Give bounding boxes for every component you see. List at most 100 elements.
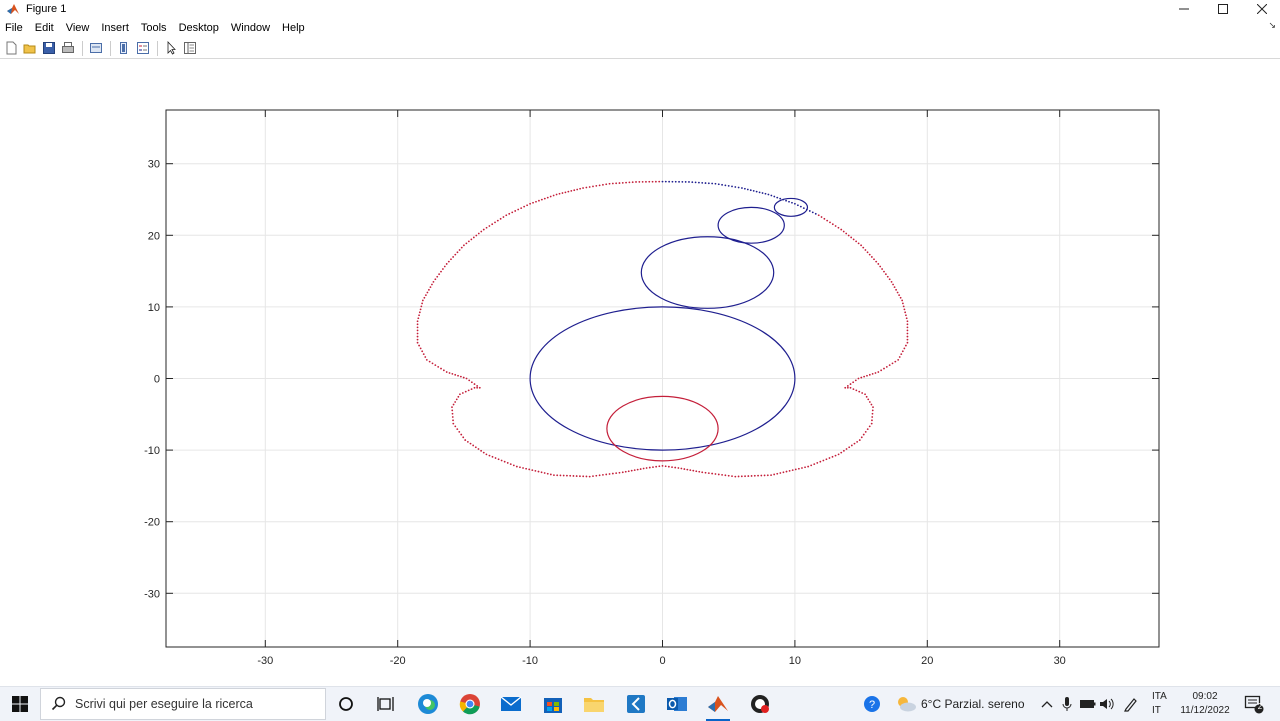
trace-point — [549, 195, 552, 198]
trace-point — [537, 470, 540, 473]
trace-point — [477, 448, 480, 450]
cortana-button[interactable] — [326, 687, 366, 721]
menu-window[interactable]: Window — [225, 18, 276, 38]
trace-point — [816, 462, 819, 464]
trace-point — [671, 180, 674, 183]
property-editor-button[interactable] — [181, 40, 198, 57]
y-tick-label: 10 — [148, 302, 160, 314]
trace-point — [885, 365, 888, 368]
trace-point — [724, 184, 727, 187]
trace-point — [857, 242, 860, 245]
menu-edit[interactable]: Edit — [29, 18, 60, 38]
trace-point — [512, 464, 515, 467]
print-preview-button[interactable] — [87, 40, 104, 57]
new-figure-button[interactable] — [2, 40, 19, 57]
tray-overflow[interactable] — [1040, 687, 1054, 721]
grid — [166, 110, 1159, 647]
menu-help[interactable]: Help — [276, 18, 311, 38]
maximize-button[interactable] — [1203, 0, 1243, 18]
taskbar-chrome[interactable] — [450, 687, 490, 721]
trace-point — [737, 186, 740, 189]
trace-point — [871, 372, 874, 375]
taskbar: Scrivi qui per eseguire la ricerca ? 6°C… — [0, 686, 1280, 721]
tray-help[interactable]: ? — [862, 687, 882, 721]
trace-point — [901, 350, 904, 353]
trace-point — [688, 181, 690, 183]
tray-weather[interactable] — [894, 687, 918, 721]
taskbar-search-box[interactable]: Scrivi qui per eseguire la ricerca — [40, 688, 326, 720]
trace-point — [582, 187, 584, 189]
trace-point — [834, 454, 837, 457]
menu-tools[interactable]: Tools — [135, 18, 173, 38]
x-tick-label: -20 — [390, 655, 406, 667]
menu-insert[interactable]: Insert — [95, 18, 135, 38]
minimize-button[interactable] — [1164, 0, 1204, 18]
trace-point — [451, 412, 454, 415]
trace-point — [494, 457, 497, 459]
edit-plot-button[interactable] — [162, 40, 179, 57]
trace-point — [454, 425, 457, 428]
insert-legend-button[interactable] — [134, 40, 151, 57]
trace-point — [452, 419, 454, 422]
menu-view[interactable]: View — [60, 18, 96, 38]
clock[interactable]: 09:02 11/12/2022 — [1174, 690, 1236, 718]
windows-logo-icon — [12, 696, 28, 712]
trace-point — [828, 457, 831, 459]
trace-point — [788, 469, 791, 472]
trace-point — [897, 358, 900, 361]
trace-point — [467, 389, 470, 392]
trace-point — [810, 464, 813, 467]
weather-text[interactable]: 6°C Parzial. sereno — [921, 687, 1025, 721]
tray-pen[interactable] — [1122, 687, 1140, 721]
trace-point — [470, 238, 473, 241]
open-file-button[interactable] — [21, 40, 38, 57]
trace-point — [865, 395, 868, 398]
taskbar-vscode[interactable] — [616, 687, 656, 721]
trace-point — [618, 182, 621, 184]
trace-point — [870, 403, 873, 406]
taskbar-store[interactable] — [533, 687, 573, 721]
tray-battery[interactable] — [1079, 687, 1097, 721]
task-view-button[interactable] — [366, 687, 406, 721]
trace-point — [796, 204, 799, 207]
trace-point — [837, 453, 840, 456]
insert-colorbar-button[interactable] — [115, 40, 132, 57]
plot-axes[interactable]: -30 -20 -10 0 10 20 30 -30 -20 -10 0 10 20 30 — [0, 59, 1280, 686]
notification-center[interactable]: 2 — [1243, 687, 1265, 721]
trace-point — [711, 472, 714, 475]
dock-figure-icon[interactable]: ↘ — [1268, 20, 1276, 31]
trace-point — [528, 468, 531, 471]
close-button[interactable] — [1242, 0, 1280, 18]
menu-desktop[interactable]: Desktop — [173, 18, 225, 38]
trace-point — [678, 180, 680, 183]
print-button[interactable] — [59, 40, 76, 57]
menu-file[interactable]: File — [0, 18, 29, 38]
tray-volume[interactable] — [1098, 687, 1116, 721]
trace-point — [582, 475, 585, 478]
trace-point — [864, 393, 866, 396]
trace-point — [421, 350, 424, 353]
save-button[interactable] — [40, 40, 57, 57]
trace-point — [864, 249, 867, 251]
taskbar-file-explorer[interactable] — [574, 687, 614, 721]
start-button[interactable] — [0, 687, 40, 721]
trace-point — [562, 474, 565, 477]
taskbar-matlab[interactable] — [698, 687, 738, 721]
taskbar-recorder[interactable] — [740, 687, 780, 721]
taskbar-mail[interactable] — [491, 687, 531, 721]
trace-point — [575, 475, 578, 477]
trace-point — [470, 388, 473, 390]
taskbar-edge[interactable] — [408, 687, 448, 721]
search-icon — [51, 696, 66, 711]
trace-point — [625, 181, 627, 184]
language-indicator[interactable]: ITA IT — [1152, 690, 1170, 718]
figure-canvas[interactable]: -30 -20 -10 0 10 20 30 -30 -20 -10 0 10 20 30 — [0, 59, 1280, 686]
trace-point — [588, 186, 591, 188]
y-tick-label: -20 — [144, 517, 160, 529]
clock-date: 11/12/2022 — [1180, 705, 1230, 716]
trace-point — [618, 471, 621, 474]
taskbar-outlook[interactable] — [657, 687, 697, 721]
trace-point — [837, 226, 840, 229]
trace-point — [529, 202, 531, 205]
tray-microphone[interactable] — [1060, 687, 1074, 721]
